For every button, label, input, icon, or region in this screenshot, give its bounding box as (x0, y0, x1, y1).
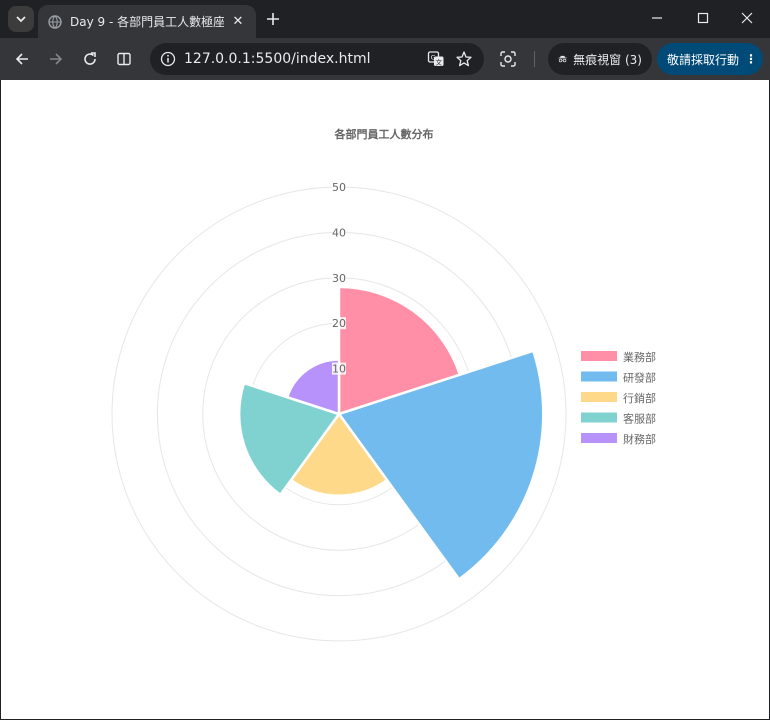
legend-swatch (581, 392, 617, 402)
plus-icon (267, 13, 279, 25)
legend-swatch (581, 371, 617, 382)
maximize-button[interactable] (680, 0, 726, 36)
close-window-button[interactable] (724, 0, 770, 36)
polar-area-chart: 各部門員工人數分布 10 20 30 40 50 業務部研發部行銷部客服部財務部 (111, 127, 656, 642)
tick-label: 10 (332, 363, 346, 376)
page-content: 各部門員工人數分布 10 20 30 40 50 業務部研發部行銷部客服部財務部 (1, 80, 769, 719)
close-icon (741, 12, 753, 24)
chart-title: 各部門員工人數分布 (334, 127, 434, 141)
globe-icon (48, 14, 62, 29)
tick-label: 50 (332, 181, 346, 194)
address-bar[interactable]: 127.0.0.1:5500/index.html 文G (150, 43, 484, 75)
new-tab-button[interactable] (262, 8, 284, 30)
incognito-button[interactable]: 無痕視窗 (3) (548, 43, 652, 75)
legend-swatch (581, 412, 617, 423)
minimize-icon (652, 17, 662, 19)
legend-swatch (581, 351, 617, 361)
back-button[interactable] (10, 47, 34, 71)
translate-icon[interactable]: 文G (426, 49, 446, 69)
more-vert-icon[interactable]: ⋮ (745, 52, 757, 66)
chart-legend: 業務部研發部行銷部客服部財務部 (581, 350, 656, 446)
browser-window: Day 9 - 各部門員工人數極座標 ✕ 127.0.0.1:5500/inde… (0, 0, 770, 720)
legend-label[interactable]: 財務部 (623, 432, 656, 446)
legend-label[interactable]: 研發部 (623, 371, 656, 385)
lens-button[interactable] (496, 47, 520, 71)
incognito-icon (558, 55, 567, 63)
svg-text:文: 文 (436, 57, 443, 66)
tick-label: 20 (332, 317, 346, 330)
lens-icon (500, 51, 516, 67)
split-view-icon (117, 52, 131, 66)
active-tab[interactable]: Day 9 - 各部門員工人數極座標 ✕ (38, 5, 256, 38)
reload-icon (84, 52, 96, 65)
tab-strip: Day 9 - 各部門員工人數極座標 ✕ (0, 0, 770, 38)
legend-label[interactable]: 客服部 (623, 412, 656, 426)
take-action-button[interactable]: 敬請採取行動 ⋮ (657, 43, 763, 75)
chevron-down-icon (16, 16, 26, 23)
legend-label[interactable]: 業務部 (623, 350, 656, 364)
info-icon[interactable] (160, 51, 176, 67)
toolbar-separator (534, 51, 535, 67)
split-view-button[interactable] (112, 47, 136, 71)
tab-title: Day 9 - 各部門員工人數極座標 (70, 15, 224, 29)
tick-label: 30 (332, 272, 346, 285)
url-text[interactable]: 127.0.0.1:5500/index.html (184, 51, 418, 67)
incognito-label: 無痕視窗 (3) (573, 52, 642, 67)
legend-swatch (581, 433, 617, 443)
arrow-right-icon (50, 53, 63, 65)
tick-label: 40 (332, 226, 346, 239)
tab-search-button[interactable] (8, 6, 34, 32)
star-icon[interactable] (454, 49, 474, 69)
svg-text:G: G (431, 54, 436, 62)
forward-button[interactable] (44, 47, 68, 71)
take-action-label: 敬請採取行動 (667, 52, 740, 67)
arrow-left-icon (15, 53, 28, 65)
minimize-button[interactable] (634, 0, 680, 36)
legend-label[interactable]: 行銷部 (623, 391, 656, 405)
maximize-icon (697, 12, 709, 24)
browser-toolbar: 127.0.0.1:5500/index.html 文G 無痕視窗 (3) 敬請… (0, 38, 770, 80)
chart-slices (237, 285, 545, 581)
close-tab-icon[interactable]: ✕ (230, 14, 246, 30)
reload-button[interactable] (78, 47, 102, 71)
